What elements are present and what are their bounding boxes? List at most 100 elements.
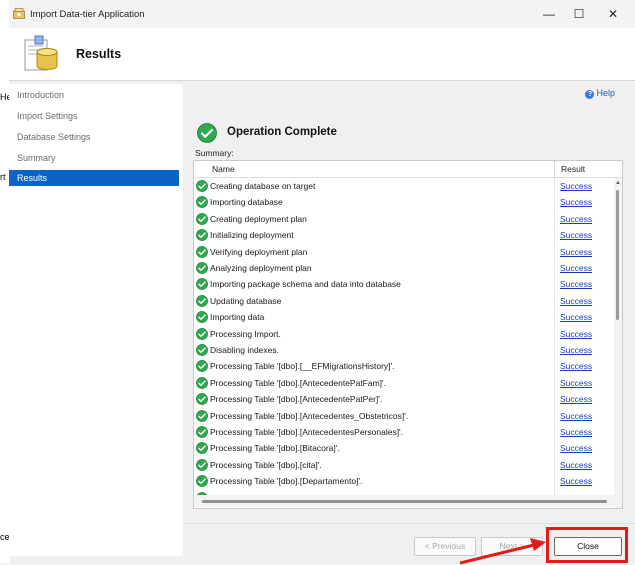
success-check-icon [196, 180, 208, 192]
result-link[interactable]: Success [560, 312, 592, 322]
nav-item-results[interactable]: Results [9, 170, 179, 186]
background-text: rt [0, 172, 6, 182]
step-name: Processing Table '[dbo].[__EFMigrationsH… [210, 361, 395, 372]
column-header-name[interactable]: Name [212, 164, 235, 174]
database-results-icon [24, 35, 58, 71]
result-link[interactable]: Success [560, 247, 592, 257]
results-grid: Name Result Creating database on target S… [193, 160, 623, 509]
step-name: Importing package schema and data into d… [210, 279, 401, 290]
title-bar: Import Data-tier Application — ☐ ✕ [9, 0, 635, 28]
table-row[interactable]: Creating database on target Success [194, 178, 614, 195]
result-link[interactable]: Success [560, 197, 592, 207]
table-row[interactable]: Importing database Success [194, 194, 614, 211]
footer-divider [183, 523, 635, 524]
table-row[interactable]: Processing Table '[dbo].[Departamento]'.… [194, 473, 614, 490]
table-row[interactable]: Verifying deployment plan Success [194, 243, 614, 260]
result-link[interactable]: Success [560, 443, 592, 453]
step-name: Updating database [210, 295, 282, 306]
success-check-icon [196, 442, 208, 455]
result-link[interactable]: Success [560, 296, 592, 306]
table-row[interactable]: Importing package schema and data into d… [194, 276, 614, 293]
help-link[interactable]: ? Help [585, 88, 615, 99]
step-name: Importing database [210, 197, 283, 208]
table-row[interactable]: Processing Table '[dbo].[__EFMigrationsH… [194, 358, 614, 375]
nav-item-import-settings[interactable]: Import Settings [9, 108, 179, 124]
step-name: Processing Table '[dbo].[AntecedentePatP… [210, 394, 383, 405]
results-panel: ? Help Operation Complete Summary: Name R… [183, 84, 635, 524]
table-row[interactable]: Processing Table '[dbo].[AntecedentePatP… [194, 391, 614, 408]
success-check-icon [196, 327, 208, 340]
success-check-icon [196, 344, 208, 356]
result-link[interactable]: Success [560, 181, 592, 191]
help-label: Help [596, 88, 615, 98]
step-name: Processing Table '[dbo].[Antecedentes_Ob… [210, 410, 409, 421]
success-check-icon [196, 376, 208, 389]
result-link[interactable]: Success [560, 411, 592, 421]
nav-item-database-settings[interactable]: Database Settings [9, 129, 179, 145]
step-name: Processing Table '[dbo].[AntecedentePatF… [210, 377, 387, 388]
nav-item-summary[interactable]: Summary [9, 150, 179, 166]
close-window-button[interactable]: ✕ [598, 5, 628, 23]
table-row[interactable]: Processing Table '[dbo].[AntecedentesPer… [194, 424, 614, 441]
step-name: Creating deployment plan [210, 213, 307, 224]
table-row[interactable]: Analyzing deployment plan Success [194, 260, 614, 277]
scrollbar-thumb[interactable] [202, 500, 607, 503]
help-icon: ? [585, 90, 595, 99]
vertical-scrollbar[interactable]: ▲ [614, 178, 622, 508]
result-link[interactable]: Success [560, 329, 592, 339]
table-row[interactable]: Processing Table '[dbo].[Antecedentes_Ob… [194, 407, 614, 424]
success-check-icon [196, 311, 208, 324]
minimize-button[interactable]: — [534, 5, 564, 23]
app-icon [13, 8, 25, 19]
success-check-icon [196, 245, 208, 258]
step-name: Initializing deployment [210, 230, 294, 241]
result-link[interactable]: Success [560, 460, 592, 470]
result-link[interactable]: Success [560, 394, 592, 404]
result-link[interactable]: Success [560, 263, 592, 273]
table-row[interactable]: Processing Import. Success [194, 325, 614, 342]
table-row[interactable]: Disabling indexes. Success [194, 342, 614, 359]
maximize-button[interactable]: ☐ [564, 5, 594, 23]
success-check-icon [196, 278, 208, 291]
step-name: Processing Table '[dbo].[Bitacora]'. [210, 443, 340, 454]
import-dialog: Import Data-tier Application — ☐ ✕ Resul… [9, 0, 635, 563]
step-name: Processing Table '[dbo].[cita]'. [210, 459, 322, 470]
success-check-icon [196, 294, 208, 307]
success-check-icon [196, 458, 208, 471]
result-link[interactable]: Success [560, 361, 592, 371]
horizontal-scrollbar[interactable] [194, 495, 614, 507]
result-link[interactable]: Success [560, 378, 592, 388]
summary-label: Summary: [195, 148, 234, 158]
highlight-box [546, 527, 628, 563]
result-link[interactable]: Success [560, 345, 592, 355]
result-link[interactable]: Success [560, 427, 592, 437]
step-name: Processing Table '[dbo].[AntecedentesPer… [210, 427, 404, 437]
nav-item-introduction[interactable]: Introduction [9, 87, 179, 103]
result-link[interactable]: Success [560, 214, 592, 224]
scroll-up-icon[interactable]: ▲ [615, 180, 621, 186]
table-row[interactable]: Processing Table '[dbo].[Bitacora]'. Succ… [194, 440, 614, 457]
table-row[interactable]: Initializing deployment Success [194, 227, 614, 244]
grid-header: Name Result [194, 161, 622, 178]
page-title: Results [76, 47, 122, 61]
table-row[interactable]: Importing data Success [194, 309, 614, 326]
success-check-icon [196, 360, 208, 373]
success-check-icon [196, 409, 208, 422]
header-divider [9, 80, 635, 81]
success-check-icon [196, 212, 208, 225]
column-header-result[interactable]: Result [561, 164, 585, 174]
table-row[interactable]: Processing Table '[dbo].[AntecedentePatF… [194, 374, 614, 392]
success-check-icon [196, 393, 208, 406]
window-title: Import Data-tier Application [30, 9, 145, 20]
result-link[interactable]: Success [560, 230, 592, 240]
scrollbar-thumb[interactable] [616, 190, 619, 320]
success-check-icon [196, 229, 208, 242]
result-link[interactable]: Success [560, 279, 592, 289]
success-check-icon [197, 123, 217, 143]
table-row[interactable]: Updating database Success [194, 292, 614, 310]
operation-status-title: Operation Complete [227, 126, 337, 138]
success-check-icon [196, 262, 208, 274]
result-link[interactable]: Success [560, 476, 592, 486]
table-row[interactable]: Processing Table '[dbo].[cita]'. Success [194, 456, 614, 474]
table-row[interactable]: Creating deployment plan Success [194, 210, 614, 228]
